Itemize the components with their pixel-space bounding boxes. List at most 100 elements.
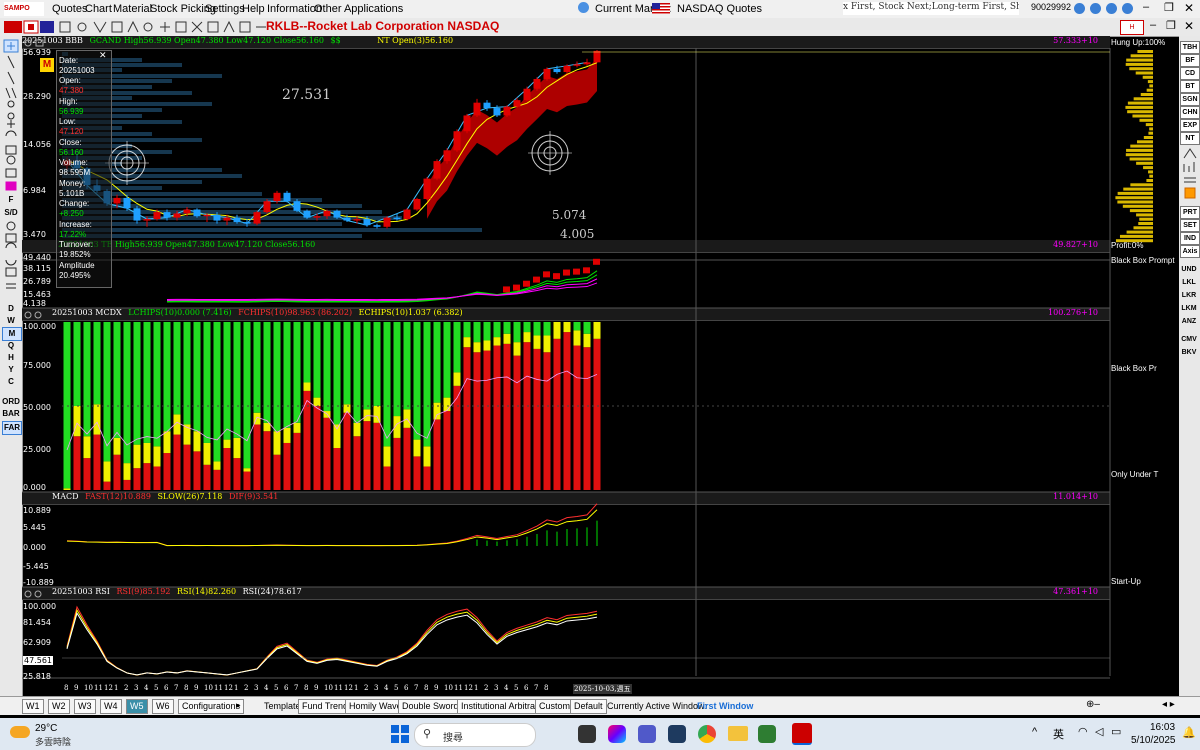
trading-app-icon[interactable]	[792, 723, 812, 745]
windows-start-icon[interactable]	[390, 724, 410, 744]
candle-body	[573, 64, 581, 66]
left-tool-bar[interactable]: BAR	[2, 408, 20, 420]
right-tool-chn[interactable]: CHN	[1180, 106, 1200, 119]
right-tool-lkr[interactable]: LKR	[1180, 290, 1198, 301]
right-volume-bar	[1138, 222, 1153, 225]
period-day[interactable]: D	[2, 303, 20, 315]
store-icon[interactable]	[668, 725, 686, 743]
tab-w5[interactable]: W5	[126, 699, 148, 714]
tab-w2[interactable]: W2	[48, 699, 70, 714]
candle-body	[303, 210, 311, 218]
misc-tool-icons[interactable]	[0, 220, 22, 302]
scroll-arrows-icon[interactable]: ◂ ▸	[1162, 699, 1175, 710]
task-view-icon[interactable]	[578, 725, 596, 743]
taskbar-search-box[interactable]: ⚲ 搜尋	[414, 723, 536, 747]
right-tool-bt[interactable]: BT	[1180, 80, 1200, 93]
weather-icon[interactable]	[10, 726, 30, 738]
right-tool-bkv[interactable]: BKV	[1180, 347, 1198, 358]
tab-w6[interactable]: W6	[152, 699, 174, 714]
dropdown-icon[interactable]: ▸	[236, 700, 241, 711]
period-halfyear[interactable]: H	[2, 352, 20, 364]
mcdx-red-bar	[273, 454, 281, 490]
right-tool-ind[interactable]: IND	[1180, 232, 1200, 245]
chrome-icon[interactable]	[698, 725, 716, 743]
candle-body	[403, 209, 411, 220]
tray-chevron-icon[interactable]: ^	[1032, 726, 1037, 738]
volume-icon[interactable]: ◁	[1095, 725, 1103, 738]
period-quarter[interactable]: Q	[2, 340, 20, 352]
menu-quotes[interactable]: Quotes	[52, 3, 87, 15]
mcdx-red-bar	[433, 419, 441, 490]
toolbar-icons[interactable]	[0, 18, 270, 36]
drawing-tool-icons[interactable]	[0, 36, 22, 236]
right-tool-sgn[interactable]: SGN	[1180, 93, 1200, 106]
right-tool-lkm[interactable]: LKM	[1180, 303, 1198, 314]
x-axis-tick: 11	[454, 684, 463, 692]
candle-body	[193, 209, 201, 217]
restore-icon[interactable]: ❐	[1164, 1, 1174, 14]
wifi-icon[interactable]: ◠	[1078, 725, 1088, 738]
settings-icon[interactable]	[1090, 3, 1101, 14]
trend-block	[503, 286, 510, 293]
period-month[interactable]: M	[2, 327, 22, 341]
period-year[interactable]: Y	[2, 364, 20, 376]
inner-minimize-icon[interactable]: –	[1150, 19, 1156, 31]
right-tool-tbh[interactable]: TBH	[1180, 41, 1200, 54]
refresh-icon[interactable]	[1074, 3, 1085, 14]
right-tool-lkl[interactable]: LKL	[1180, 277, 1198, 288]
tab-w1[interactable]: W1	[22, 699, 44, 714]
close-icon[interactable]: ✕	[1184, 1, 1194, 15]
inner-restore-icon[interactable]: ❐	[1166, 19, 1176, 32]
left-tool-sd[interactable]: S/D	[2, 207, 20, 219]
right-tool-cmv[interactable]: CMV	[1180, 334, 1198, 345]
menu-chart[interactable]: Chart	[85, 3, 112, 15]
right-tool-axis[interactable]: Axis	[1180, 245, 1200, 258]
candle-body	[133, 208, 141, 221]
inner-close-icon[interactable]: ✕	[1184, 19, 1194, 33]
right-tool-prt[interactable]: PRT	[1180, 206, 1200, 219]
zoom-controls-icon[interactable]: ⊕–	[1086, 699, 1100, 710]
configurations-button[interactable]: Configurations	[178, 699, 245, 714]
right-tool-nt[interactable]: NT	[1180, 132, 1200, 145]
stock-chart-area[interactable]: 8 9 10 11 12 1 2 3 4 5 6 7 8 9 10 11 12 1 2 3 4 5 6 7 8 9 10 11 12 1 2…	[22, 48, 1179, 696]
template-default[interactable]: Default	[570, 699, 607, 714]
app-icon[interactable]	[758, 725, 776, 743]
period-week[interactable]: W	[2, 315, 20, 327]
file-explorer-icon[interactable]	[728, 726, 748, 741]
menu-material[interactable]: Material	[113, 3, 152, 15]
right-tool-cd[interactable]: CD	[1180, 67, 1200, 80]
help-icon[interactable]	[1122, 3, 1133, 14]
mcdx-yellow-bar	[113, 437, 121, 455]
minimize-icon[interactable]: –	[1143, 1, 1149, 13]
menu-help[interactable]: Help	[242, 3, 265, 15]
right-tool-exp[interactable]: EXP	[1180, 119, 1200, 132]
menu-other-applications[interactable]: Other Applications	[314, 3, 403, 15]
right-volume-bar	[1149, 127, 1153, 131]
teams-icon[interactable]	[638, 725, 656, 743]
right-tool-bf[interactable]: BF	[1180, 54, 1200, 67]
ime-indicator[interactable]: 英	[1053, 726, 1064, 742]
main-y-label-3: 14.056	[23, 140, 51, 149]
period-custom[interactable]: C	[2, 376, 20, 388]
mcdx-red-bar	[543, 352, 551, 490]
left-tool-f[interactable]: F	[2, 194, 20, 206]
battery-icon[interactable]: ▭	[1111, 725, 1121, 738]
info-box-close-icon[interactable]: ✕	[99, 50, 107, 61]
notification-icon[interactable]: 🔔	[1182, 726, 1196, 739]
template-fund-trend[interactable]: Fund Trend	[298, 699, 353, 714]
right-tool-set[interactable]: SET	[1180, 219, 1200, 232]
right-tool-icons[interactable]	[1181, 146, 1199, 200]
left-tool-ord[interactable]: ORD	[2, 396, 20, 408]
right-tool-und[interactable]: UND	[1180, 264, 1198, 275]
tab-w3[interactable]: W3	[74, 699, 96, 714]
tab-w4[interactable]: W4	[100, 699, 122, 714]
m-badge-icon[interactable]: M	[40, 58, 54, 72]
right-tool-anz[interactable]: ANZ	[1180, 316, 1198, 327]
copilot-icon[interactable]	[608, 725, 626, 743]
link-icon[interactable]	[1106, 3, 1117, 14]
template-homily-wave[interactable]: Homily Wave	[345, 699, 406, 714]
template-custom[interactable]: Custom	[535, 699, 575, 714]
left-tool-far[interactable]: FAR	[2, 421, 22, 435]
menu-settings[interactable]: Settings	[205, 3, 245, 15]
panel-controls-icon[interactable]	[24, 38, 52, 48]
